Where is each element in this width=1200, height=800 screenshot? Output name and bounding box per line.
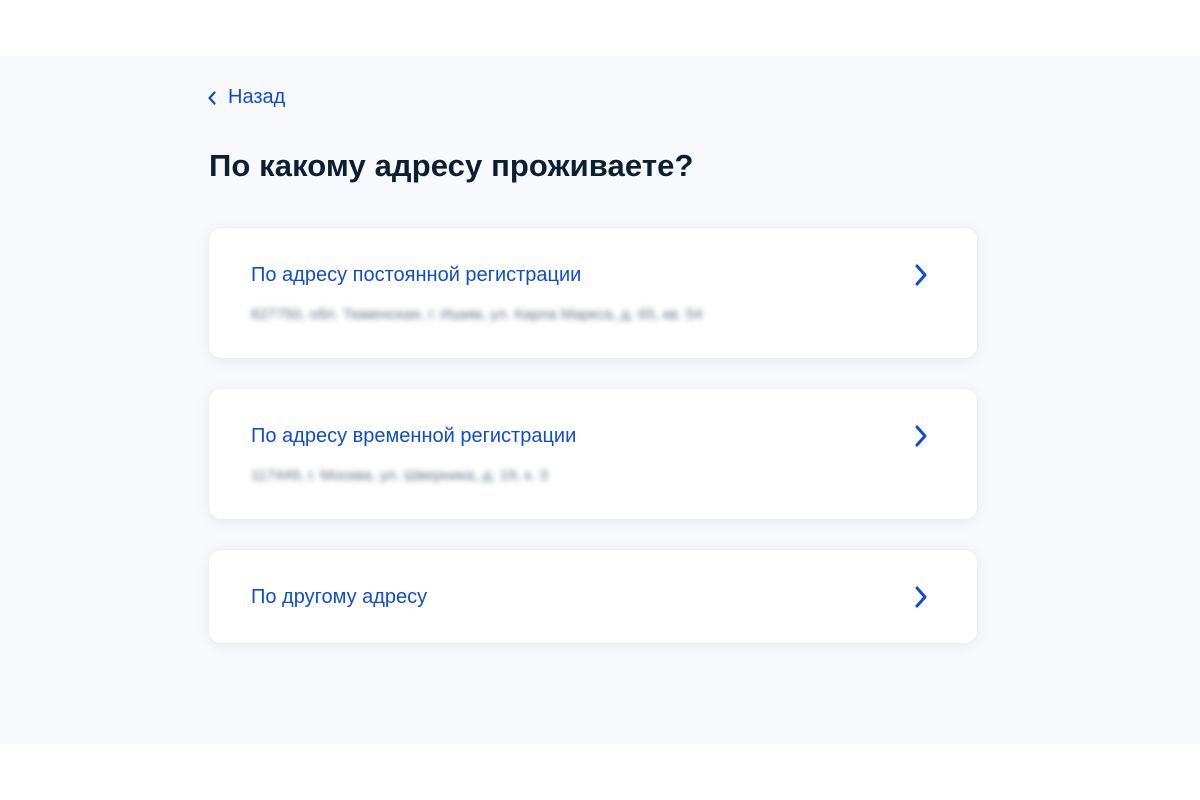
option-other-address[interactable]: По другому адресу xyxy=(209,550,977,643)
back-link[interactable]: Назад xyxy=(208,86,285,109)
chevron-right-icon xyxy=(915,586,927,608)
chevron-right-icon xyxy=(915,425,927,447)
option-title: По адресу временной регистрации xyxy=(251,425,577,447)
option-address: 117449, г. Москва, ул. Шверника, д. 19, … xyxy=(251,467,548,484)
option-title: По другому адресу xyxy=(251,586,428,608)
option-address: 627750, обл. Тюменская, г. Ишим, ул. Кар… xyxy=(251,306,703,323)
chevron-left-icon xyxy=(208,90,216,105)
option-title: По адресу постоянной регистрации xyxy=(251,264,582,286)
option-permanent-registration[interactable]: По адресу постоянной регистрации 627750,… xyxy=(209,228,977,358)
chevron-right-icon xyxy=(915,264,927,286)
option-temporary-registration[interactable]: По адресу временной регистрации 117449, … xyxy=(209,389,977,519)
back-label: Назад xyxy=(228,86,286,108)
page-title: По какому адресу проживаете? xyxy=(209,148,694,183)
